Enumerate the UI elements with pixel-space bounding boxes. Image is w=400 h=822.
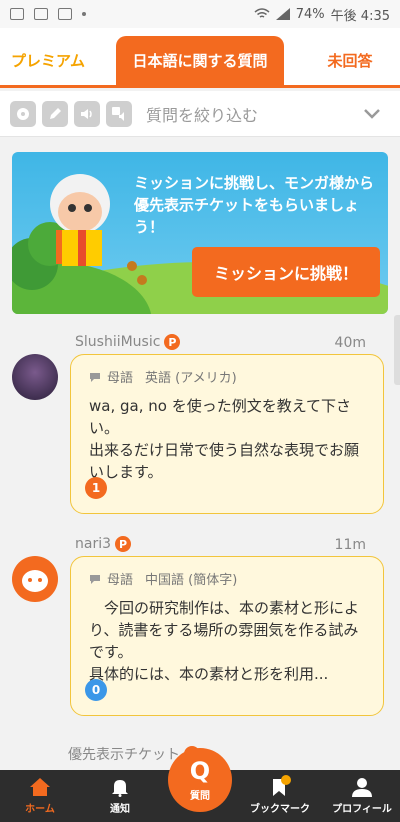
- scroll-handle[interactable]: [394, 315, 400, 385]
- banner-message: ミッションに挑戦し、モンガ様から優先表示チケットをもらいましょう！: [134, 174, 375, 236]
- default-avatar-icon: [22, 570, 48, 592]
- native-label: 母語: [107, 371, 134, 386]
- premium-badge: P: [115, 536, 132, 552]
- native-language: 母語 中国語 (簡体字): [89, 569, 237, 588]
- question-bubble[interactable]: 母語 英語 (アメリカ) wa, ga, no を使った例文を教えて下さい。 出…: [70, 354, 384, 514]
- signal-icon: [275, 8, 290, 20]
- filter-bar[interactable]: 質問を絞り込む: [0, 91, 400, 137]
- filter-label: 質問を絞り込む: [146, 105, 259, 125]
- tab-unanswered[interactable]: 未回答: [300, 36, 400, 85]
- ask-question-label: 質問: [190, 790, 210, 802]
- nav-bookmark[interactable]: ブックマーク: [248, 770, 312, 822]
- pencil-icon[interactable]: [42, 100, 68, 127]
- question-bubble[interactable]: 母語 中国語 (簡体字) 今回の研究制作は、本の素材と形により、読書をする場所の…: [70, 556, 384, 716]
- tab-bar: プレミアム 日本語に関する質問 未回答: [0, 28, 400, 88]
- premium-badge: P: [164, 334, 181, 350]
- bell-icon: [112, 780, 128, 797]
- nav-home[interactable]: ホーム: [14, 770, 66, 822]
- nav-notifications[interactable]: 通知: [94, 770, 146, 822]
- nav-profile-label: プロフィール: [332, 804, 392, 815]
- shield-icon: [58, 8, 72, 20]
- chevron-down-icon[interactable]: [362, 103, 382, 123]
- native-language-value: 中国語 (簡体字): [145, 573, 238, 588]
- nav-profile[interactable]: プロフィール: [326, 770, 398, 822]
- native-label: 母語: [107, 573, 134, 588]
- wifi-icon: [254, 8, 270, 18]
- mission-button[interactable]: ミッションに挑戦！: [192, 247, 380, 297]
- battery-text: 74%: [295, 6, 325, 22]
- nav-notifications-label: 通知: [110, 804, 130, 815]
- username[interactable]: SlushiiMusic: [75, 334, 160, 350]
- answer-count: 1: [85, 477, 107, 499]
- avatar[interactable]: [12, 354, 58, 400]
- avatar[interactable]: [12, 556, 58, 602]
- username[interactable]: nari3: [75, 536, 111, 552]
- question-text: 今回の研究制作は、本の素材と形により、読書をする場所の雰囲気を作る試みです。 具…: [89, 599, 360, 683]
- post-time: 11m: [334, 537, 366, 553]
- post-author[interactable]: nari3 P: [75, 536, 132, 552]
- q-icon: Q: [189, 756, 211, 785]
- dot-icon: [82, 12, 86, 16]
- pronunciation-icon[interactable]: [106, 100, 132, 127]
- mission-banner[interactable]: ミッションに挑戦し、モンガ様から優先表示チケットをもらいましょう！ ミッションに…: [12, 152, 388, 314]
- tab-premium[interactable]: プレミアム: [0, 36, 96, 85]
- ask-question-button[interactable]: Q 質問: [168, 748, 232, 812]
- nav-home-label: ホーム: [25, 804, 55, 815]
- answer-count: 0: [85, 679, 107, 701]
- question-type-icon[interactable]: [10, 100, 36, 127]
- notification-icon: [34, 8, 48, 20]
- bookmark-icon: [273, 775, 291, 796]
- clock: 午後 4:35: [330, 8, 390, 24]
- person-icon: [352, 778, 372, 797]
- native-language-value: 英語 (アメリカ): [145, 371, 237, 386]
- image-icon: [10, 8, 24, 20]
- post-author[interactable]: SlushiiMusic P: [75, 334, 181, 350]
- speech-bubble-icon: [90, 372, 100, 382]
- tab-japanese-questions[interactable]: 日本語に関する質問: [116, 36, 284, 85]
- audio-icon[interactable]: [74, 100, 100, 127]
- native-language: 母語 英語 (アメリカ): [89, 367, 237, 386]
- speech-bubble-icon: [90, 574, 100, 584]
- question-text: wa, ga, no を使った例文を教えて下さい。 出来るだけ日常で使う自然な表…: [89, 397, 360, 481]
- priority-ticket-label: 優先表示チケット: [68, 747, 180, 763]
- home-icon: [30, 778, 50, 796]
- status-bar: 74% 午後 4:35: [0, 0, 400, 28]
- post-time: 40m: [334, 335, 366, 351]
- nav-bookmark-label: ブックマーク: [250, 804, 310, 815]
